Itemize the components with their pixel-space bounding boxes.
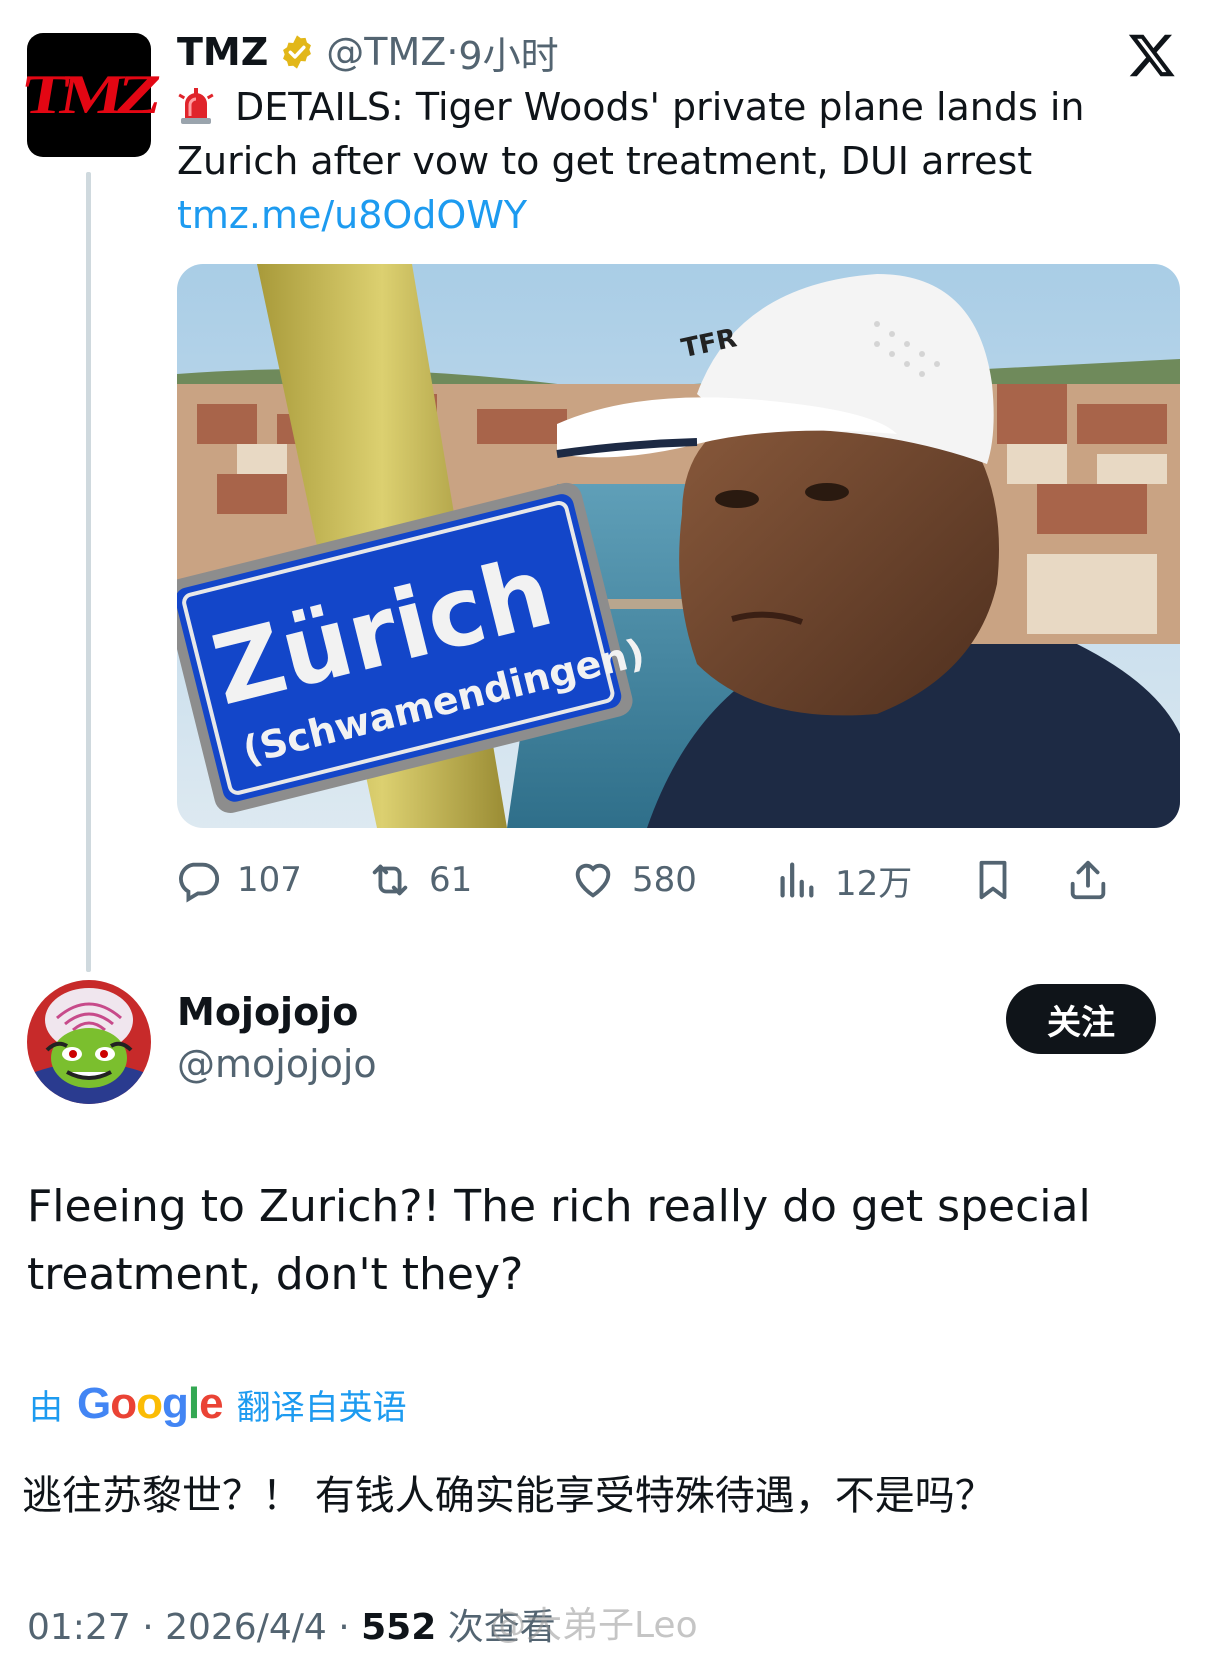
google-logo: Google <box>77 1379 224 1429</box>
post-date[interactable]: 2026/4/4 <box>165 1607 327 1648</box>
bookmark-icon <box>979 860 1007 900</box>
post-meta: 01:27 · 2026/4/4 · 552 次查看 <box>27 1598 556 1650</box>
siren-emoji-icon <box>178 88 214 124</box>
quoted-tweet-text: DETAILS: Tiger Woods' private plane land… <box>177 80 1137 188</box>
views-button[interactable]: 12万 <box>773 852 912 908</box>
views-icon <box>780 862 814 898</box>
zurich-tiger-photo: Zürich (Schwamendingen) TFR <box>177 264 1180 828</box>
dot-separator: · <box>446 30 459 74</box>
post-time[interactable]: 01:27 <box>27 1607 131 1648</box>
reply-count: 107 <box>237 860 302 900</box>
article-link[interactable]: tmz.me/u8OdOWY <box>177 188 527 242</box>
reply-author-handle[interactable]: @mojojojo <box>177 1042 377 1086</box>
translate-suffix: 翻译自英语 <box>236 1387 407 1428</box>
like-button[interactable]: 580 <box>570 852 697 908</box>
like-icon <box>575 863 611 898</box>
reply-button[interactable]: 107 <box>175 852 302 908</box>
reply-text: Fleeing to Zurich?! The rich really do g… <box>27 1181 1091 1300</box>
share-button[interactable] <box>1065 852 1127 908</box>
google-letter: l <box>187 1379 200 1428</box>
view-count: 552 <box>361 1607 437 1648</box>
share-icon <box>1070 860 1106 900</box>
google-letter: o <box>110 1379 137 1428</box>
repost-icon <box>372 864 408 896</box>
tweet-body: DETAILS: Tiger Woods' private plane land… <box>177 85 1085 183</box>
weibo-watermark: @大弟子Leo <box>490 1605 698 1646</box>
reply-icon <box>179 862 220 903</box>
dot-separator: · <box>338 1607 362 1648</box>
post-time: 9小时 <box>458 33 559 78</box>
verified-gold-icon <box>283 35 312 69</box>
repost-count: 61 <box>429 860 473 900</box>
thread-connector-line <box>86 172 91 972</box>
tmz-avatar[interactable]: TMZ <box>18 33 160 157</box>
quoted-tweet-header: TMZ @TMZ · 9小时 <box>177 28 559 78</box>
google-letter: o <box>136 1379 163 1428</box>
translated-by-google[interactable]: 由 Google 翻译自英语 <box>29 1376 407 1432</box>
google-letter: e <box>199 1379 224 1428</box>
tweet-image[interactable]: Zürich (Schwamendingen) TFR <box>177 264 1180 828</box>
tmz-logo-text: TMZ <box>18 64 160 126</box>
like-count: 580 <box>632 860 697 900</box>
bookmark-button[interactable] <box>970 852 1032 908</box>
follow-button[interactable]: 关注 <box>1006 984 1156 1054</box>
repost-button[interactable]: 61 <box>367 852 472 908</box>
views-count: 12万 <box>835 863 913 904</box>
google-letter: g <box>162 1379 189 1428</box>
x-logo-icon <box>1128 34 1175 77</box>
author-handle[interactable]: @TMZ <box>326 30 446 74</box>
mojojojo-avatar-image <box>27 980 151 1104</box>
reply-author-name[interactable]: Mojojojo <box>177 990 358 1034</box>
author-name[interactable]: TMZ <box>177 30 268 74</box>
google-letter: G <box>77 1379 111 1428</box>
translated-text: 逃往苏黎世？！ 有钱人确实能享受特殊待遇，不是吗？ <box>22 1473 995 1519</box>
mojojojo-avatar[interactable] <box>27 980 151 1104</box>
dot-separator: · <box>142 1607 166 1648</box>
tweet-actions: 107 61 580 12万 <box>177 852 1180 908</box>
translate-prefix: 由 <box>29 1387 63 1428</box>
